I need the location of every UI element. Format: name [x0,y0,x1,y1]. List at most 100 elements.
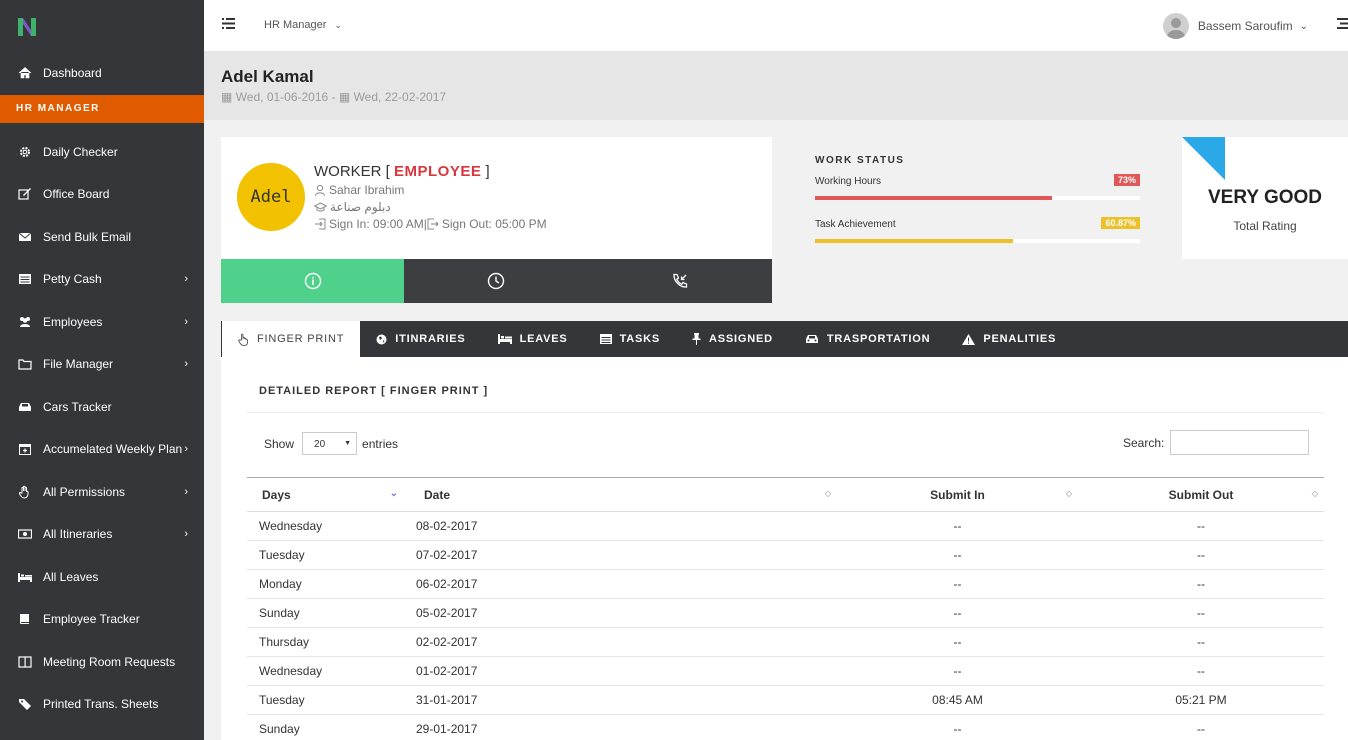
page-size-select[interactable]: 20 ▼ [302,432,358,455]
sidebar-item-accumelated-weekly-plan[interactable]: Accumelated Weekly Plan › [0,428,204,471]
cell-date: 31-01-2017 [404,685,837,715]
right-panel-toggle-icon[interactable] [1337,18,1348,32]
table-row: Monday 06-02-2017 -- -- [247,569,1324,599]
bed-icon [497,334,512,344]
calendar-icon: ▦ [338,90,351,104]
list-icon [16,272,34,286]
history-button[interactable] [404,259,588,303]
table-row: Sunday 29-01-2017 -- -- [247,714,1324,740]
hand-pointer-icon [238,333,249,346]
sign-out-icon [427,218,439,230]
profile-title: WORKER [ EMPLOYEE ] [314,163,547,180]
stat-badge: 60.87% [1101,217,1140,229]
sidebar-item-file-manager[interactable]: File Manager › [0,343,204,386]
tab-tasks[interactable]: TASKS [584,321,676,357]
stat-task-achievement: Task Achievement 60.87% [815,217,1140,243]
sidebar-item-employees[interactable]: Employees › [0,301,204,344]
globe-icon [376,334,387,345]
tab-assigned[interactable]: ASSIGNED [676,321,789,357]
work-status-panel: WORK STATUS Working Hours 73% Task Achie… [815,137,1140,243]
chevron-down-icon: ⌄ [1299,20,1308,32]
cell-submit-in: -- [837,569,1078,599]
entries-label: entries [362,436,399,451]
progress-fill [815,239,1013,243]
tab-finger-print[interactable]: FINGER PRINT [221,321,361,357]
sidebar-item-printed-trans-sheets[interactable]: Printed Trans. Sheets [0,683,204,726]
edit-icon [16,187,34,201]
column-header-days[interactable]: Days ⌄ [247,477,404,512]
sidebar-section-hr-manager: HR MANAGER [0,94,204,123]
sign-in-icon [315,218,326,230]
tab-itinraries[interactable]: ITINRARIES [360,321,481,357]
title-suffix: ] [481,163,490,180]
sidebar-item-all-leaves[interactable]: All Leaves [0,556,204,599]
finger-print-table: Days ⌄ Date ◇ Submit In ◇ Submit Out ◇ Wedne… [247,477,1324,740]
sidebar-item-label: Employees [43,314,103,329]
module-dropdown[interactable]: HR Manager ⌄ [264,19,342,31]
date-separator: - [328,90,339,104]
sort-icon: ◇ [824,489,831,498]
sidebar-item-daily-checker[interactable]: Daily Checker [0,131,204,174]
column-label: Submit In [930,487,985,502]
sidebar-item-all-itineraries[interactable]: All Itineraries › [0,513,204,556]
call-button[interactable] [588,259,772,303]
money-icon [16,527,34,541]
sidebar-item-meeting-room-requests[interactable]: Meeting Room Requests [0,641,204,684]
cell-submit-out: -- [1078,656,1324,686]
progress-fill [815,196,1053,200]
sidebar-item-dashboard[interactable]: Dashboard [0,52,204,95]
sidebar-item-label: Petty Cash [43,272,102,287]
tab-label: LEAVES [519,333,568,345]
hand-icon [16,485,34,499]
table-row: Sunday 05-02-2017 -- -- [247,598,1324,628]
cell-date: 05-02-2017 [404,598,837,628]
search-input[interactable] [1170,430,1310,455]
profile-avatar: Adel [237,163,305,231]
chevron-right-icon: › [184,358,188,371]
column-header-submit-in[interactable]: Submit In ◇ [837,477,1078,512]
app-logo[interactable] [0,0,204,52]
page-title: Adel Kamal [221,67,314,86]
cell-submit-out: -- [1078,511,1324,541]
sidebar-item-label: Daily Checker [43,144,118,159]
stat-label: Task Achievement [815,219,896,230]
date-range: ▦ Wed, 01-06-2016 - ▦ Wed, 22-02-2017 [221,90,1348,104]
cell-date: 29-01-2017 [404,714,837,740]
tab-penalities[interactable]: PENALITIES [946,321,1072,357]
graduation-cap-icon [314,202,327,212]
pin-icon [692,333,701,345]
sidebar-item-label: Meeting Room Requests [43,654,176,669]
cell-submit-in: -- [837,656,1078,686]
sidebar-item-label: Accumelated Weekly Plan [43,442,183,457]
tab-label: TASKS [619,333,661,345]
cell-submit-out: -- [1078,598,1324,628]
sidebar-item-all-permissions[interactable]: All Permissions › [0,471,204,514]
tab-trasportation[interactable]: TRASPORTATION [789,321,947,357]
sidebar-item-label: All Itineraries [43,527,113,542]
sidebar-item-petty-cash[interactable]: Petty Cash › [0,258,204,301]
sidebar-item-cars-tracker[interactable]: Cars Tracker [0,386,204,429]
column-header-submit-out[interactable]: Submit Out ◇ [1078,477,1324,512]
sidebar-item-send-bulk-email[interactable]: Send Bulk Email [0,216,204,259]
gear-icon [16,145,34,159]
sidebar-item-surf-transportation[interactable]: Surf Transportation [0,726,204,740]
tab-leaves[interactable]: LEAVES [482,321,584,357]
table-row: Wednesday 08-02-2017 -- -- [247,511,1324,541]
sidebar-item-employee-tracker[interactable]: Employee Tracker [0,598,204,641]
user-menu[interactable]: Bassem Saroufim ⌄ [1162,13,1308,39]
cell-date: 08-02-2017 [404,511,837,541]
corner-ribbon [1182,137,1225,180]
tab-label: ITINRARIES [395,333,466,345]
sidebar-item-label: Employee Tracker [43,612,140,627]
envelope-icon [16,230,34,244]
profile-card: Adel WORKER [ EMPLOYEE ] Sahar Ibrahim د… [221,137,772,303]
chevron-right-icon: › [184,485,188,498]
sidebar-item-office-board[interactable]: Office Board [0,173,204,216]
info-button[interactable] [221,259,404,303]
manager-line: Sahar Ibrahim [314,183,547,197]
top-bar: HR Manager ⌄ Bassem Saroufim ⌄ [204,0,1348,52]
column-header-date[interactable]: Date ◇ [404,477,837,512]
page-size-value: 20 [314,439,326,450]
menu-toggle-icon[interactable] [222,18,235,32]
car-icon [805,334,819,344]
